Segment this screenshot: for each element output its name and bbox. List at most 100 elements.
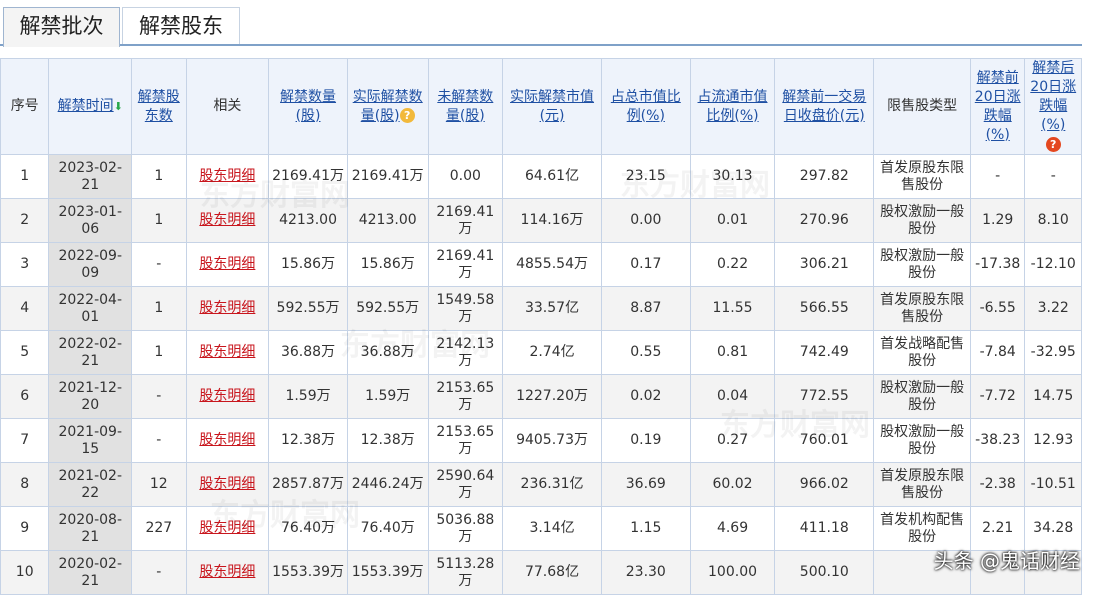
cell-lock-type: 股权激励一般股份 (873, 418, 971, 463)
cell-float-pct: 60.02 (689, 462, 776, 507)
cell-related[interactable]: 股东明细 (185, 462, 270, 507)
holder-detail-link[interactable]: 股东明细 (199, 520, 255, 536)
col-before20[interactable]: 解禁前20日涨跌幅(%) (969, 58, 1026, 155)
holder-detail-link[interactable]: 股东明细 (199, 300, 255, 316)
cell-actual-value: 33.57亿 (502, 286, 602, 331)
cell-before20: 2.21 (969, 506, 1026, 551)
col-unreleased[interactable]: 未解禁数量(股) (427, 58, 504, 155)
cell-before20: -38.23 (969, 418, 1026, 463)
col-actual-value[interactable]: 实际解禁市值(元) (502, 58, 602, 155)
cell-shares: 12.38万 (268, 418, 348, 463)
cell-related[interactable]: 股东明细 (185, 330, 270, 375)
sort-float-pct-link[interactable]: 占流通市值比例(%) (698, 89, 768, 124)
cell-prev-close: 742.49 (774, 330, 875, 375)
cell-related[interactable]: 股东明细 (185, 198, 270, 243)
cell-seq: 5 (0, 330, 50, 375)
help-question-icon[interactable]: ? (1045, 136, 1061, 152)
cell-actual-value: 2.74亿 (502, 330, 602, 375)
cell-prev-close: 411.18 (774, 506, 875, 551)
tab-unlock-batches[interactable]: 解禁批次 (3, 7, 120, 47)
cell-unreleased: 5036.88万 (427, 506, 504, 551)
cell-actual-shares: 15.86万 (346, 242, 429, 287)
table-row: 1 2023-02-21 1 股东明细 2169.41万 2169.41万 0.00 64.6… (0, 154, 1082, 199)
cell-lock-type: 股权激励一般股份 (873, 198, 971, 243)
cell-holders: - (131, 242, 187, 287)
unlock-table: 序号 解禁时间⬇ 解禁股东数 相关 解禁数量(股) 实际解禁数量(股)? 未解禁… (0, 58, 1082, 595)
cell-total-pct: 8.87 (600, 286, 691, 331)
cell-actual-shares: 12.38万 (346, 418, 429, 463)
tab-unlock-holders[interactable]: 解禁股东 (122, 7, 240, 45)
sort-prev-close-link[interactable]: 解禁前一交易日收盘价(元) (782, 89, 866, 124)
cell-holders: - (131, 418, 187, 463)
sort-holders-link[interactable]: 解禁股东数 (138, 89, 180, 124)
cell-date: 2020-02-21 (48, 550, 133, 595)
cell-unreleased: 0.00 (427, 154, 504, 199)
cell-related[interactable]: 股东明细 (185, 242, 270, 287)
col-seq: 序号 (0, 58, 50, 155)
cell-date: 2021-09-15 (48, 418, 133, 463)
cell-float-pct: 0.27 (689, 418, 776, 463)
col-total-pct[interactable]: 占总市值比例(%) (600, 58, 691, 155)
col-shares[interactable]: 解禁数量(股) (268, 58, 348, 155)
cell-shares: 76.40万 (268, 506, 348, 551)
cell-holders: 1 (131, 154, 187, 199)
sort-date-link[interactable]: 解禁时间 (58, 98, 114, 114)
cell-total-pct: 0.02 (600, 374, 691, 419)
holder-detail-link[interactable]: 股东明细 (199, 344, 255, 360)
cell-actual-value: 9405.73万 (502, 418, 602, 463)
cell-shares: 1.59万 (268, 374, 348, 419)
sort-after20-link[interactable]: 解禁后20日涨跌幅(%) (1030, 60, 1076, 133)
cell-float-pct: 30.13 (689, 154, 776, 199)
cell-after20: 34.28 (1024, 506, 1082, 551)
cell-prev-close: 772.55 (774, 374, 875, 419)
cell-related[interactable]: 股东明细 (185, 506, 270, 551)
table-row: 5 2022-02-21 1 股东明细 36.88万 36.88万 2142.13万 2.74… (0, 330, 1082, 375)
cell-after20: 8.10 (1024, 198, 1082, 243)
holder-detail-link[interactable]: 股东明细 (199, 564, 255, 580)
cell-actual-value: 3.14亿 (502, 506, 602, 551)
cell-related[interactable]: 股东明细 (185, 374, 270, 419)
sort-unreleased-link[interactable]: 未解禁数量(股) (437, 89, 493, 124)
help-question-icon[interactable]: ? (399, 108, 415, 123)
cell-related[interactable]: 股东明细 (185, 418, 270, 463)
cell-lock-type: 首发原股东限售股份 (873, 154, 971, 199)
cell-after20: 12.93 (1024, 418, 1082, 463)
cell-related[interactable]: 股东明细 (185, 550, 270, 595)
col-float-pct[interactable]: 占流通市值比例(%) (689, 58, 776, 155)
cell-before20: -6.55 (969, 286, 1026, 331)
sort-shares-link[interactable]: 解禁数量(股) (280, 89, 336, 124)
cell-date: 2022-04-01 (48, 286, 133, 331)
cell-related[interactable]: 股东明细 (185, 154, 270, 199)
sort-total-pct-link[interactable]: 占总市值比例(%) (611, 89, 681, 124)
cell-unreleased: 2153.65万 (427, 374, 504, 419)
col-prev-close[interactable]: 解禁前一交易日收盘价(元) (774, 58, 875, 155)
col-date[interactable]: 解禁时间⬇ (48, 58, 133, 155)
col-after20[interactable]: 解禁后20日涨跌幅(%)? (1024, 58, 1082, 155)
holder-detail-link[interactable]: 股东明细 (199, 388, 255, 404)
cell-related[interactable]: 股东明细 (185, 286, 270, 331)
cell-unreleased: 5113.28万 (427, 550, 504, 595)
holder-detail-link[interactable]: 股东明细 (199, 256, 255, 272)
cell-total-pct: 23.30 (600, 550, 691, 595)
holder-detail-link[interactable]: 股东明细 (199, 212, 255, 228)
cell-after20: 14.75 (1024, 374, 1082, 419)
cell-float-pct: 4.69 (689, 506, 776, 551)
holder-detail-link[interactable]: 股东明细 (199, 476, 255, 492)
cell-before20: -7.72 (969, 374, 1026, 419)
cell-date: 2022-09-09 (48, 242, 133, 287)
col-actual-shares[interactable]: 实际解禁数量(股)? (346, 58, 429, 155)
col-holders[interactable]: 解禁股东数 (131, 58, 187, 155)
cell-actual-value: 236.31亿 (502, 462, 602, 507)
col-related: 相关 (185, 58, 270, 155)
cell-shares: 15.86万 (268, 242, 348, 287)
cell-after20: -12.10 (1024, 242, 1082, 287)
cell-lock-type: 首发机构配售股份 (873, 506, 971, 551)
cell-holders: 1 (131, 286, 187, 331)
sort-before20-link[interactable]: 解禁前20日涨跌幅(%) (975, 70, 1021, 143)
holder-detail-link[interactable]: 股东明细 (199, 432, 255, 448)
holder-detail-link[interactable]: 股东明细 (199, 168, 255, 184)
cell-total-pct: 1.15 (600, 506, 691, 551)
cell-holders: 1 (131, 198, 187, 243)
sort-actual-value-link[interactable]: 实际解禁市值(元) (510, 89, 594, 124)
cell-holders: 1 (131, 330, 187, 375)
